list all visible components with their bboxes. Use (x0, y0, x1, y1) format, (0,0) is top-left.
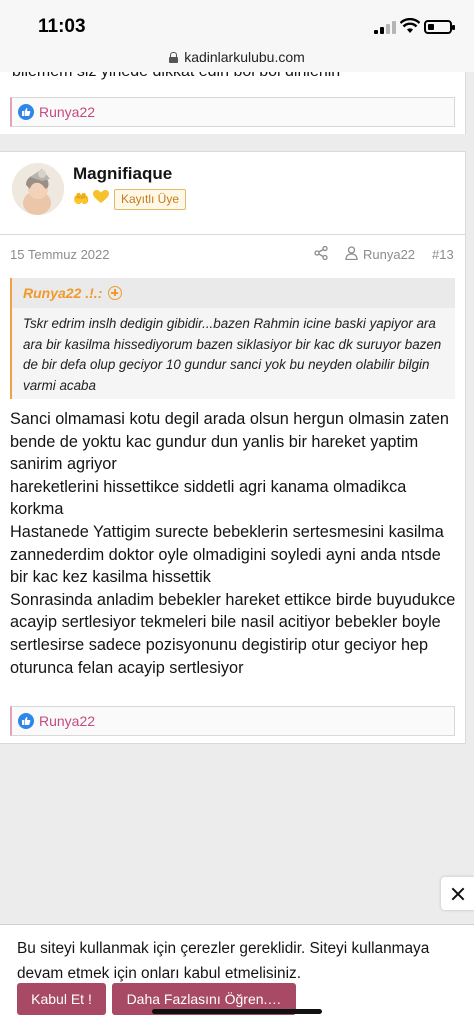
address-bar[interactable]: kadinlarkulubu.com (0, 46, 474, 72)
post-username[interactable]: Magnifiaque (73, 164, 172, 184)
reaction-bar[interactable]: Runya22 (10, 706, 455, 736)
status-bar: 11:03 (0, 0, 474, 46)
quote-text: Tskr edrim inslh dedigin gibidir...bazen… (23, 316, 442, 393)
expand-quote-icon[interactable] (108, 286, 123, 300)
post-date[interactable]: 15 Temmuz 2022 (10, 247, 110, 262)
post-number-link[interactable]: #13 (432, 247, 454, 262)
reaction-bar[interactable]: Runya22 (10, 97, 455, 127)
url-text: kadinlarkulubu.com (184, 49, 305, 65)
divider (0, 743, 466, 744)
previous-post-text: bilemem siz yinede dikkat edin bol bol d… (12, 72, 340, 81)
cellular-signal-icon (374, 21, 396, 34)
close-button[interactable] (441, 877, 474, 910)
yellow-heart-icon (93, 190, 109, 203)
avatar[interactable] (12, 163, 64, 215)
divider (0, 234, 466, 235)
reaction-user-link[interactable]: Runya22 (39, 713, 95, 729)
like-icon (18, 713, 34, 729)
hands-emoji-icon: 🤲 (73, 191, 90, 206)
battery-icon (424, 20, 455, 34)
previous-post: bilemem siz yinede dikkat edin bol bol d… (0, 72, 466, 134)
battery-level (428, 24, 434, 30)
wifi-icon (400, 18, 420, 33)
share-icon[interactable] (314, 246, 328, 260)
user-icon (345, 246, 358, 260)
home-indicator (152, 1009, 322, 1014)
quote-block: Runya22 .!.: Tskr edrim inslh dedigin gi… (10, 278, 455, 399)
lock-icon (169, 51, 179, 63)
quote-author[interactable]: Runya22 .!.: (23, 285, 102, 301)
user-role-badge: Kayıtlı Üye (114, 189, 187, 210)
post-author-link[interactable]: Runya22 (363, 247, 415, 262)
reaction-user-link[interactable]: Runya22 (39, 104, 95, 120)
accept-cookies-button[interactable]: Kabul Et ! (17, 983, 106, 1015)
like-icon (18, 104, 34, 120)
divider (0, 151, 466, 152)
quote-header[interactable]: Runya22 .!.: (12, 278, 455, 308)
status-time: 11:03 (38, 16, 86, 37)
post-body: Sanci olmamasi kotu degil arada olsun he… (10, 410, 456, 677)
cookie-notice-text: Bu siteyi kullanmak için çerezler gerekl… (17, 940, 430, 982)
